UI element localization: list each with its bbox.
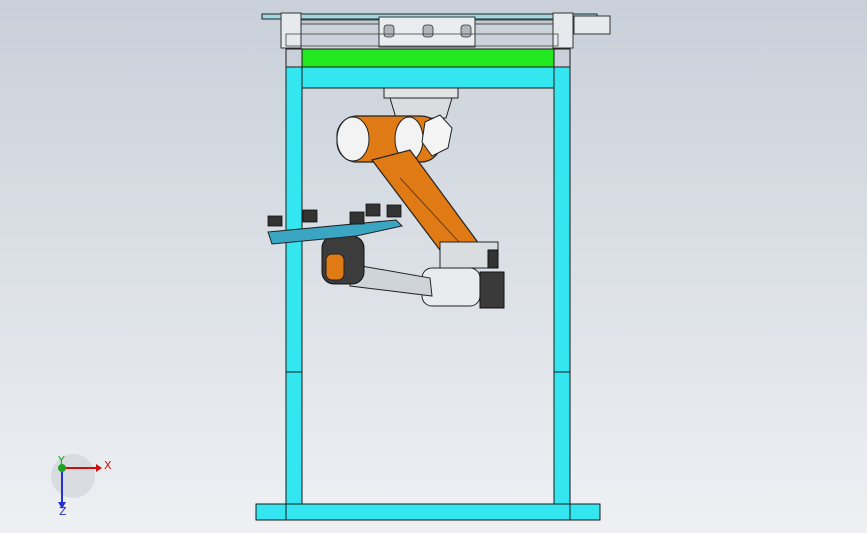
y-axis-label: Y xyxy=(57,454,65,467)
rail-motor[interactable] xyxy=(573,15,611,35)
right-rail-bracket[interactable] xyxy=(552,12,574,49)
frame-base xyxy=(255,503,601,521)
x-axis-arrowhead-icon xyxy=(96,464,102,472)
frame-right-post xyxy=(553,66,571,505)
elbow-connector xyxy=(487,249,499,269)
forearm-orange-band xyxy=(325,253,345,281)
frame-left-post xyxy=(285,66,303,505)
robot-mount xyxy=(383,87,459,99)
model-view[interactable]: X Y Z xyxy=(0,0,867,533)
cad-viewport[interactable]: X Y Z xyxy=(0,0,867,533)
suction-cup-4 xyxy=(365,203,381,217)
z-axis-label: Z xyxy=(59,505,67,518)
top-rail-assembly[interactable] xyxy=(261,12,611,49)
carriage-bolt-3 xyxy=(460,24,472,38)
orientation-triad: X Y Z xyxy=(51,454,112,518)
shoulder-joint-left xyxy=(336,116,370,162)
carriage-bolt-1 xyxy=(383,24,395,38)
suction-cup-3 xyxy=(349,211,365,225)
suction-cup-2 xyxy=(302,209,318,223)
suction-cup-5 xyxy=(386,204,402,218)
wrist-gripper[interactable] xyxy=(479,271,505,309)
top-plate[interactable] xyxy=(285,48,571,68)
top-plate-corner-left xyxy=(285,48,303,68)
frame-top-beam xyxy=(285,66,571,89)
left-rail-bracket[interactable] xyxy=(280,12,302,49)
robot-base-housing xyxy=(389,97,453,119)
carriage-bolt-2 xyxy=(422,24,434,38)
x-axis-label: X xyxy=(104,459,112,472)
top-plate-corner-right xyxy=(553,48,571,68)
suction-cup-1 xyxy=(267,215,283,227)
robot-arm[interactable] xyxy=(321,87,505,309)
